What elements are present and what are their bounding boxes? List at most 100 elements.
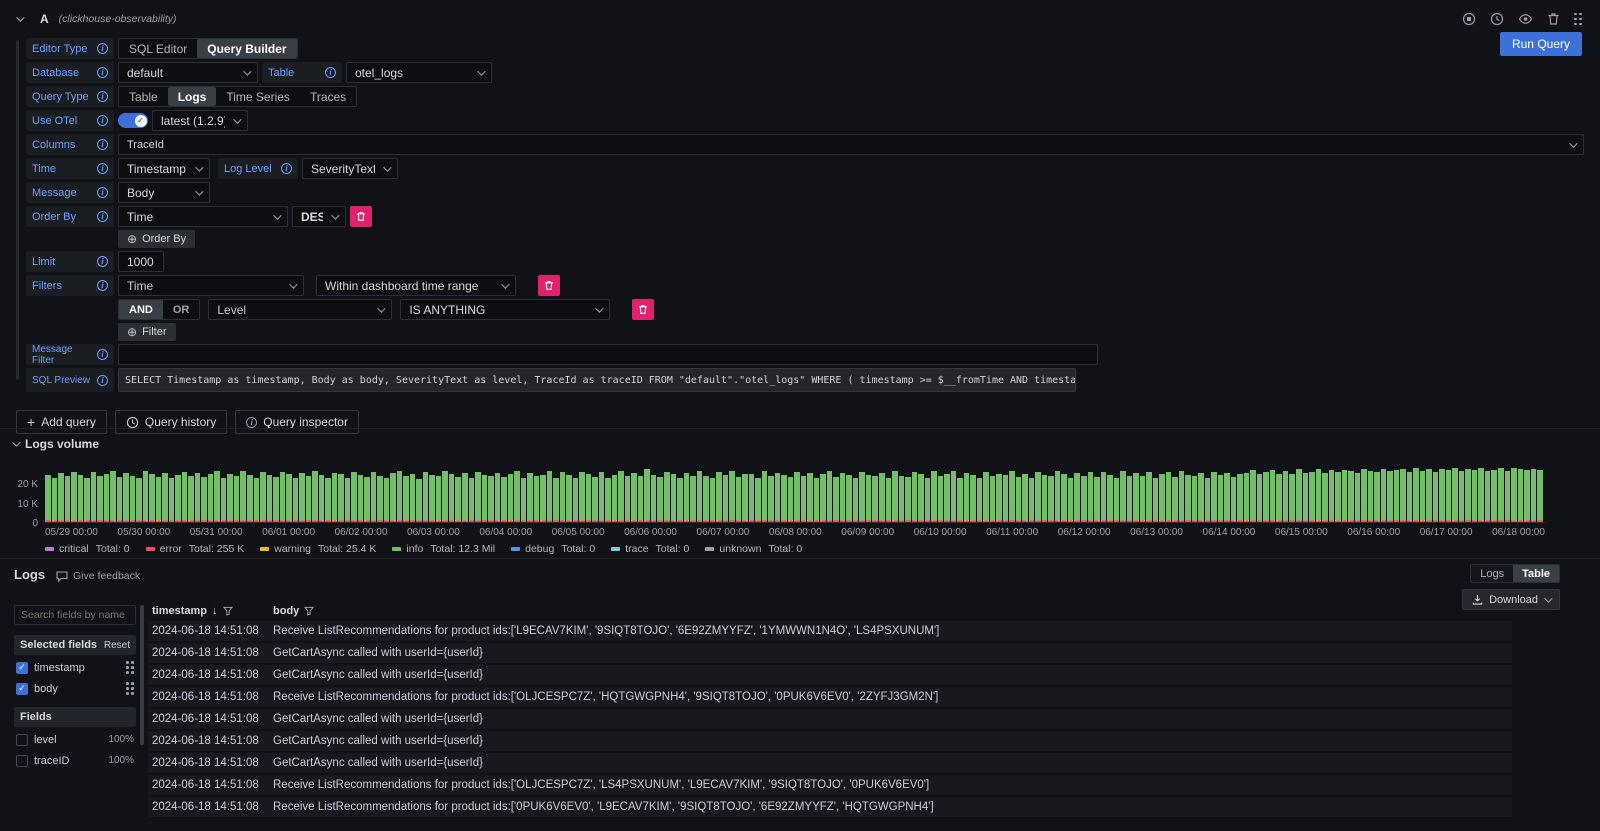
view-table-option[interactable]: Table (1513, 565, 1559, 582)
drag-handle-icon[interactable] (1574, 13, 1582, 26)
volume-bar (1192, 476, 1198, 522)
legend-item-trace[interactable]: traceTotal: 0 (611, 543, 689, 555)
x-axis-tick: 05/30 00:00 (117, 527, 170, 538)
volume-bar (338, 474, 344, 522)
logs-volume-header[interactable]: Logs volume (12, 437, 99, 451)
volume-bar (306, 476, 312, 522)
info-icon[interactable]: i (97, 375, 108, 386)
volume-bar (859, 472, 865, 522)
info-icon[interactable]: i (97, 139, 108, 150)
legend-item-critical[interactable]: criticalTotal: 0 (45, 543, 130, 555)
remove-filter-button[interactable] (538, 275, 560, 296)
message-filter-input[interactable] (118, 344, 1098, 365)
volume-bar (827, 471, 833, 522)
and-option[interactable]: AND (119, 300, 163, 319)
time-column-select[interactable]: Timestamp (118, 158, 210, 179)
x-axis-tick: 06/04 00:00 (479, 527, 532, 538)
filter-operator-select[interactable]: Within dashboard time range (316, 275, 516, 296)
volume-bar (442, 471, 448, 522)
info-icon[interactable]: i (97, 67, 108, 78)
add-filter-button[interactable]: ⊕Filter (118, 323, 176, 341)
table-select[interactable]: otel_logs (346, 62, 492, 83)
duplicate-query-icon[interactable] (1462, 12, 1476, 26)
filter2-field-select[interactable]: Level (208, 299, 392, 320)
legend-item-debug[interactable]: debugTotal: 0 (511, 543, 595, 555)
volume-bar (1283, 471, 1289, 522)
message-column-select[interactable]: Body (118, 182, 210, 203)
info-icon[interactable]: i (97, 91, 108, 102)
sort-desc-icon[interactable]: ↓ (212, 605, 218, 617)
volume-bar (1361, 469, 1367, 522)
info-icon[interactable]: i (97, 280, 108, 291)
drag-handle-icon[interactable] (126, 682, 134, 695)
filter-funnel-icon[interactable] (304, 606, 314, 616)
filter-funnel-icon[interactable] (223, 606, 233, 616)
filter-field-select[interactable]: Time (118, 275, 304, 296)
checkbox-checked[interactable]: ✓ (16, 662, 28, 674)
volume-bar (892, 471, 898, 522)
limit-input[interactable] (118, 251, 164, 272)
info-icon[interactable]: i (97, 349, 108, 360)
info-icon[interactable]: i (97, 256, 108, 267)
legend-item-error[interactable]: errorTotal: 255 K (146, 543, 245, 555)
volume-bar (1218, 475, 1224, 522)
timestamp-column-header[interactable]: timestamp (152, 605, 207, 617)
remove-order-by-button[interactable] (350, 206, 372, 227)
volume-bar (1355, 473, 1361, 522)
legend-item-unknown[interactable]: unknownTotal: 0 (705, 543, 802, 555)
volume-bar (1172, 477, 1178, 522)
volume-bar (1022, 474, 1028, 522)
body-column-header[interactable]: body (273, 605, 299, 617)
query-type-logs[interactable]: Logs (168, 87, 217, 106)
drag-handle-icon[interactable] (126, 661, 134, 674)
volume-bar (1498, 468, 1504, 522)
remove-query-trash-icon[interactable] (1547, 12, 1560, 26)
info-icon[interactable]: i (97, 187, 108, 198)
checkbox-unchecked[interactable] (16, 734, 28, 746)
log-level-column-select[interactable]: SeverityText (302, 158, 398, 179)
checkbox-unchecked[interactable] (16, 755, 28, 767)
view-logs-option[interactable]: Logs (1471, 565, 1513, 582)
info-icon[interactable]: i (281, 163, 292, 174)
add-order-by-button[interactable]: ⊕Order By (118, 230, 195, 248)
hide-response-eye-icon[interactable] (1518, 12, 1533, 26)
legend-item-warning[interactable]: warningTotal: 25.4 K (260, 543, 376, 555)
log-body-cell: Receive ListRecommendations for product … (273, 779, 1512, 791)
use-otel-toggle[interactable]: ✓ (118, 113, 148, 128)
volume-bar (964, 473, 970, 522)
legend-item-info[interactable]: infoTotal: 12.3 Mil (392, 543, 495, 555)
volume-bar (664, 472, 670, 522)
checkbox-checked[interactable]: ✓ (16, 683, 28, 695)
remove-filter2-button[interactable] (632, 299, 654, 320)
give-feedback-link[interactable]: Give feedback (56, 570, 140, 582)
reset-fields-button[interactable]: Reset (104, 640, 130, 651)
filter2-operator-select[interactable]: IS ANYTHING (400, 299, 610, 320)
info-icon[interactable]: i (97, 115, 108, 126)
legend-swatch (146, 547, 155, 551)
editor-type-sql-editor[interactable]: SQL Editor (119, 39, 197, 58)
volume-bar (527, 473, 533, 522)
order-by-field-select[interactable]: Time (118, 206, 288, 227)
query-type-table[interactable]: Table (119, 87, 168, 106)
info-icon[interactable]: i (97, 211, 108, 222)
query-type-time-series[interactable]: Time Series (216, 87, 300, 106)
query-history-icon[interactable] (1490, 12, 1504, 26)
editor-type-query-builder[interactable]: Query Builder (197, 39, 296, 58)
log-body-cell: Receive ListRecommendations for product … (273, 691, 1512, 703)
volume-bar (293, 478, 299, 522)
collapse-row-icon[interactable] (16, 13, 24, 21)
volume-bar (1537, 470, 1543, 522)
info-icon[interactable]: i (97, 163, 108, 174)
columns-multiselect[interactable]: TraceId (118, 134, 1584, 155)
field-search-input[interactable] (14, 605, 136, 625)
sidebar-scrollbar[interactable] (140, 605, 144, 745)
order-by-direction-select[interactable]: DESC (292, 206, 346, 227)
info-icon[interactable]: i (97, 43, 108, 54)
or-option[interactable]: OR (163, 300, 200, 319)
trash-icon (638, 304, 648, 315)
use-otel-label: Use OTeli (26, 110, 114, 131)
query-type-traces[interactable]: Traces (300, 87, 356, 106)
otel-version-select[interactable]: latest (1.2.9) (152, 110, 248, 131)
database-select[interactable]: default (118, 62, 258, 83)
info-icon[interactable]: i (325, 67, 336, 78)
